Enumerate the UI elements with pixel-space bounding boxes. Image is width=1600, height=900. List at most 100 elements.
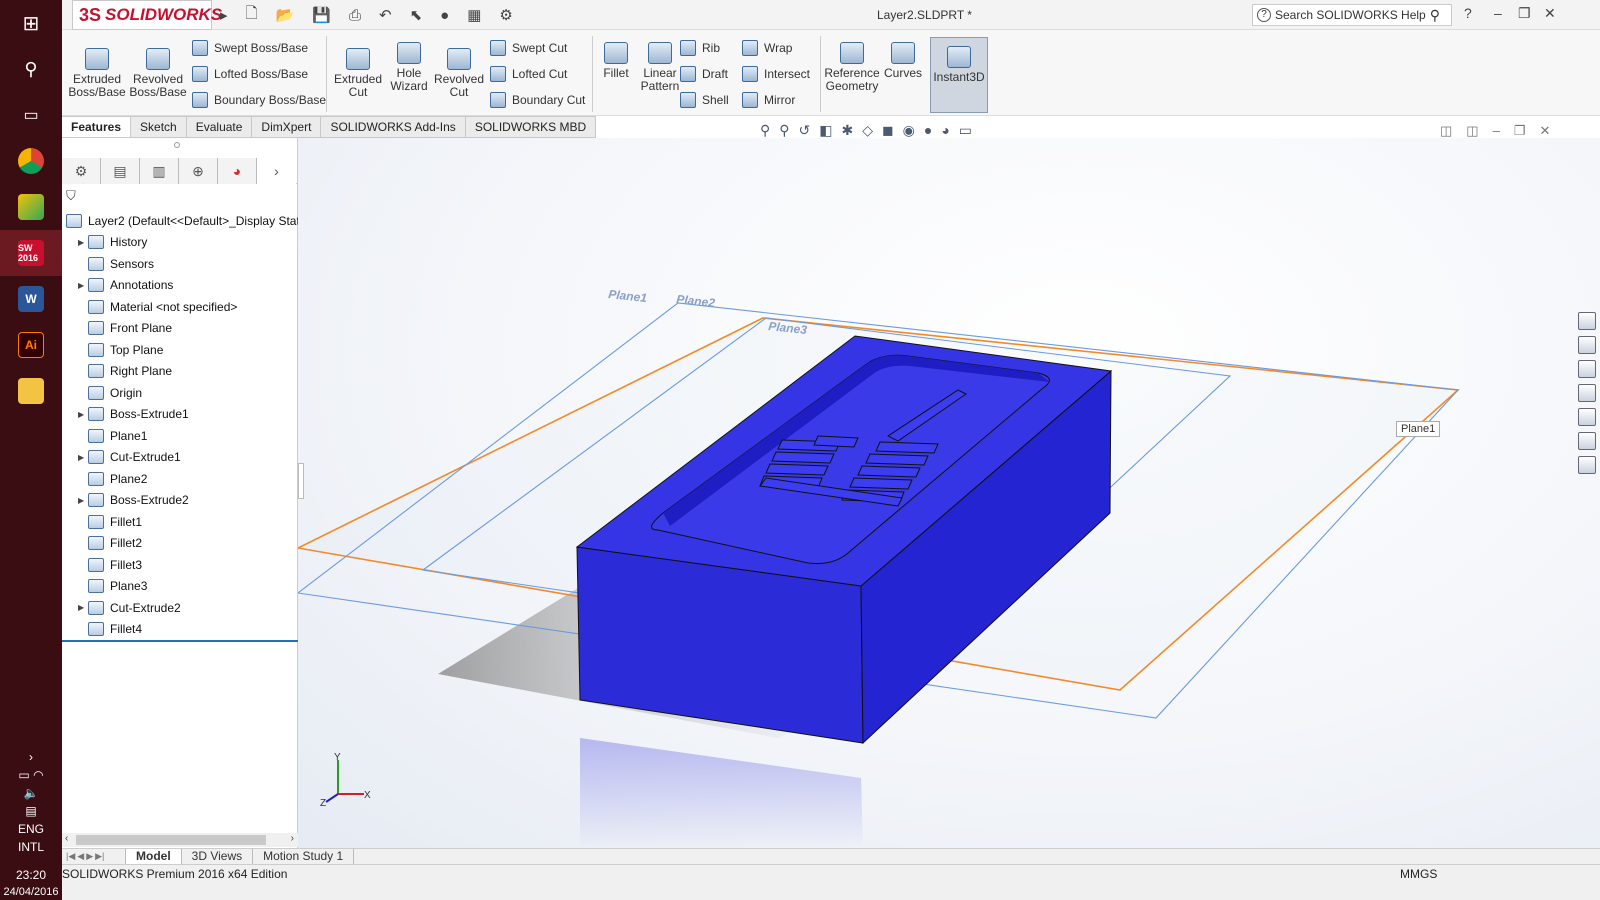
mirror-button[interactable]: Mirror bbox=[742, 92, 795, 108]
revolved-boss-button[interactable]: Revolved Boss/Base bbox=[128, 48, 188, 99]
expand-tabs-chevron-icon[interactable]: › bbox=[257, 158, 296, 184]
tree-item-cut-extrude1[interactable]: ▶ Cut-Extrude1 bbox=[62, 447, 298, 469]
tree-item-sensors[interactable]: Sensors bbox=[62, 253, 298, 275]
display-manager-tab-icon[interactable]: ◕ bbox=[218, 158, 257, 184]
network-icon[interactable]: ▭ ◠ bbox=[0, 766, 62, 784]
tree-item-material-not-specified[interactable]: Material <not specified> bbox=[62, 296, 298, 318]
nav-first-icon[interactable]: |◀ bbox=[66, 851, 75, 862]
tab-mbd[interactable]: SOLIDWORKS MBD bbox=[465, 116, 597, 138]
shell-button[interactable]: Shell bbox=[680, 92, 729, 108]
save-icon[interactable]: 💾 bbox=[312, 6, 331, 24]
linear-pattern-button[interactable]: Linear Pattern bbox=[634, 42, 686, 93]
expand-arrow-icon[interactable]: ▶ bbox=[78, 453, 88, 462]
tree-item-annotations[interactable]: ▶ Annotations bbox=[62, 275, 298, 297]
rib-button[interactable]: Rib bbox=[680, 40, 720, 56]
tab-dimxpert[interactable]: DimXpert bbox=[252, 116, 322, 138]
scroll-thumb[interactable] bbox=[76, 835, 266, 845]
panel-collapse-handle[interactable] bbox=[298, 463, 304, 499]
start-icon[interactable]: ⊞ bbox=[0, 0, 62, 46]
search-icon[interactable]: ⚲ bbox=[1430, 7, 1440, 24]
chevron-up-icon[interactable]: › bbox=[0, 748, 62, 766]
drive-icon[interactable] bbox=[0, 184, 62, 230]
flyout-arrow-icon[interactable]: ▸ bbox=[220, 6, 228, 24]
curves-button[interactable]: Curves bbox=[880, 42, 926, 80]
graphics-area[interactable]: Plane1 Plane2 Plane3 Y X Z Plane1 bbox=[298, 138, 1600, 848]
file-explorer-pane-icon[interactable] bbox=[1578, 360, 1596, 378]
draft-button[interactable]: Draft bbox=[680, 66, 728, 82]
doc-close-icon[interactable]: ✕ bbox=[1539, 123, 1550, 139]
dimxpert-manager-tab-icon[interactable]: ⊕ bbox=[179, 158, 218, 184]
word-icon[interactable]: W bbox=[0, 276, 62, 322]
tree-item-plane2[interactable]: Plane2 bbox=[62, 468, 298, 490]
tree-item-fillet2[interactable]: Fillet2 bbox=[62, 533, 298, 555]
fillet-button[interactable]: Fillet bbox=[596, 42, 636, 80]
reference-geometry-button[interactable]: Reference Geometry bbox=[824, 42, 880, 93]
section-view-icon[interactable]: ◧ bbox=[819, 122, 832, 139]
undo-icon[interactable]: ↶ bbox=[379, 6, 392, 24]
tree-item-plane3[interactable]: Plane3 bbox=[62, 576, 298, 598]
zoom-to-area-icon[interactable]: ⚲ bbox=[779, 122, 789, 139]
tab-evaluate[interactable]: Evaluate bbox=[186, 116, 253, 138]
tree-item-boss-extrude2[interactable]: ▶ Boss-Extrude2 bbox=[62, 490, 298, 512]
lofted-cut-button[interactable]: Lofted Cut bbox=[490, 66, 567, 82]
edit-appearance-icon[interactable]: ● bbox=[924, 122, 932, 139]
tree-item-fillet1[interactable]: Fillet1 bbox=[62, 511, 298, 533]
tree-item-plane1[interactable]: Plane1 bbox=[62, 425, 298, 447]
tree-item-origin[interactable]: Origin bbox=[62, 382, 298, 404]
tab-model[interactable]: Model bbox=[126, 849, 182, 864]
tree-item-boss-extrude1[interactable]: ▶ Boss-Extrude1 bbox=[62, 404, 298, 426]
feature-tree-tab-icon[interactable]: ⚙ bbox=[62, 158, 101, 184]
open-icon[interactable]: 📂 bbox=[276, 6, 295, 24]
language-indicator[interactable]: ENG bbox=[0, 820, 62, 838]
tab-addins[interactable]: SOLIDWORKS Add-Ins bbox=[321, 116, 466, 138]
previous-view-icon[interactable]: ↺ bbox=[799, 122, 811, 139]
tab-3d-views[interactable]: 3D Views bbox=[182, 849, 254, 864]
minimize-window-icon[interactable]: – bbox=[1494, 5, 1502, 21]
model-viewport-svg[interactable]: Plane1 Plane2 Plane3 Y X Z bbox=[298, 138, 1600, 848]
help-menu-icon[interactable]: ? bbox=[1464, 5, 1472, 21]
clock-time[interactable]: 23:20 bbox=[0, 866, 62, 884]
tab-motion-study[interactable]: Motion Study 1 bbox=[253, 849, 355, 864]
view-palette-icon[interactable] bbox=[1578, 384, 1596, 402]
view-orientation-icon[interactable]: ◇ bbox=[862, 122, 873, 139]
tile-left-icon[interactable]: ◫ bbox=[1440, 123, 1452, 139]
nav-prev-icon[interactable]: ◀ bbox=[77, 851, 84, 862]
revolved-cut-button[interactable]: Revolved Cut bbox=[432, 48, 486, 99]
keyboard-layout[interactable]: INTL bbox=[0, 838, 62, 856]
expand-arrow-icon[interactable]: ▶ bbox=[78, 603, 88, 612]
appearances-icon[interactable] bbox=[1578, 408, 1596, 426]
extruded-cut-button[interactable]: Extruded Cut bbox=[330, 48, 386, 99]
solidworks-icon[interactable]: SW 2016 bbox=[0, 230, 62, 276]
boundary-cut-button[interactable]: Boundary Cut bbox=[490, 92, 585, 108]
expand-arrow-icon[interactable]: ▶ bbox=[78, 281, 88, 290]
notification-icon[interactable]: ▤ bbox=[0, 802, 62, 820]
tree-item-front-plane[interactable]: Front Plane bbox=[62, 318, 298, 340]
volume-icon[interactable]: 🔈 bbox=[0, 784, 62, 802]
restore-window-icon[interactable]: ❐ bbox=[1518, 5, 1531, 22]
search-icon[interactable]: ⚲ bbox=[0, 46, 62, 92]
panel-splitter-handle[interactable] bbox=[174, 142, 180, 148]
intersect-button[interactable]: Intersect bbox=[742, 66, 810, 82]
tile-right-icon[interactable]: ◫ bbox=[1466, 123, 1478, 139]
options-gear-icon[interactable]: ⚙ bbox=[499, 6, 512, 24]
nav-next-icon[interactable]: ▶ bbox=[86, 851, 93, 862]
tab-navigation[interactable]: |◀ ◀ ▶ ▶| bbox=[62, 849, 126, 864]
scroll-right-icon[interactable]: › bbox=[291, 833, 294, 844]
extruded-boss-button[interactable]: Extruded Boss/Base bbox=[66, 48, 128, 99]
chrome-icon[interactable] bbox=[0, 138, 62, 184]
filter-icon[interactable]: ⛉ bbox=[66, 188, 76, 204]
task-view-icon[interactable]: ▭ bbox=[0, 92, 62, 138]
lofted-boss-button[interactable]: Lofted Boss/Base bbox=[192, 66, 308, 82]
tab-features[interactable]: Features bbox=[62, 116, 132, 138]
solidworks-resources-icon[interactable] bbox=[1578, 312, 1596, 330]
nav-last-icon[interactable]: ▶| bbox=[95, 851, 104, 862]
display-style-icon[interactable]: ◼ bbox=[882, 122, 894, 139]
hide-show-items-icon[interactable]: ◉ bbox=[903, 122, 915, 139]
swept-cut-button[interactable]: Swept Cut bbox=[490, 40, 567, 56]
wrap-button[interactable]: Wrap bbox=[742, 40, 792, 56]
custom-properties-icon[interactable] bbox=[1578, 432, 1596, 450]
file-explorer-icon[interactable] bbox=[0, 368, 62, 414]
zoom-to-fit-icon[interactable]: ⚲ bbox=[760, 122, 770, 139]
tree-root[interactable]: Layer2 (Default<<Default>_Display State bbox=[62, 210, 298, 232]
solidworks-logo[interactable]: 3S SOLIDWORKS bbox=[72, 0, 222, 30]
